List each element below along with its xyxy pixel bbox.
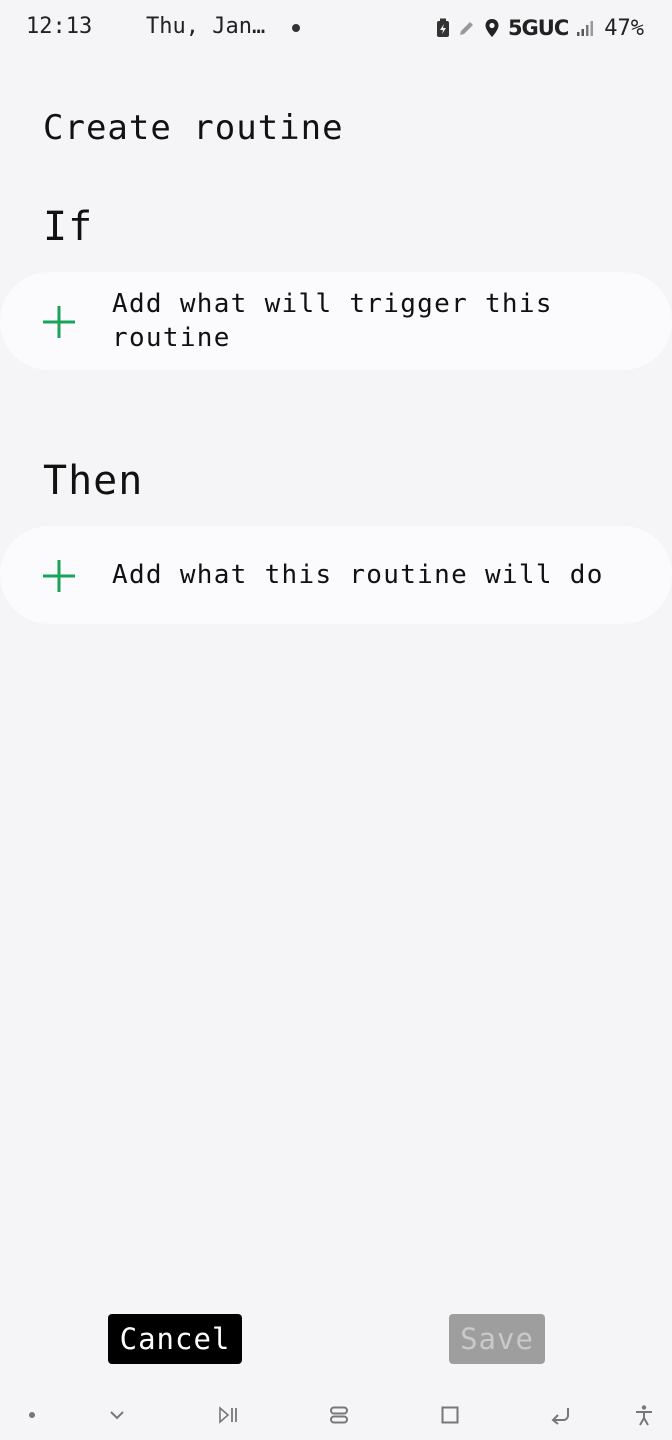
- accessibility-icon[interactable]: [631, 1402, 657, 1428]
- save-button[interactable]: Save: [449, 1314, 545, 1364]
- location-icon: [484, 18, 500, 38]
- status-icons: 5GUC 47%: [436, 12, 644, 44]
- add-action-button[interactable]: Add what this routine will do: [0, 526, 672, 624]
- notification-dot-icon: [292, 24, 300, 32]
- recents-icon[interactable]: [326, 1402, 352, 1428]
- navigation-bar: [0, 1390, 672, 1440]
- chevron-down-icon[interactable]: [104, 1402, 130, 1428]
- status-bar: 12:13 Thu, Jan… 5GUC 47%: [0, 0, 672, 56]
- home-icon[interactable]: [437, 1402, 463, 1428]
- battery-saver-icon: [436, 18, 450, 38]
- status-date: Thu, Jan…: [146, 14, 266, 39]
- status-time: 12:13: [26, 14, 93, 39]
- if-heading: If: [43, 204, 94, 250]
- dot-icon: [19, 1402, 45, 1428]
- back-icon[interactable]: [548, 1402, 574, 1428]
- page-title: Create routine: [43, 108, 344, 148]
- cancel-button[interactable]: Cancel: [108, 1314, 242, 1364]
- battery-percentage: 47%: [604, 15, 644, 41]
- signal-icon: [576, 19, 596, 37]
- pencil-icon: [458, 19, 476, 37]
- network-type: 5GUC: [507, 16, 569, 40]
- plus-icon: [42, 305, 76, 339]
- play-pause-icon[interactable]: [215, 1402, 241, 1428]
- add-action-label: Add what this routine will do: [112, 560, 604, 590]
- add-trigger-label: Add what will trigger this routine: [112, 289, 553, 353]
- plus-icon: [42, 559, 76, 593]
- then-heading: Then: [43, 458, 144, 504]
- add-trigger-button[interactable]: Add what will trigger this routine: [0, 272, 672, 370]
